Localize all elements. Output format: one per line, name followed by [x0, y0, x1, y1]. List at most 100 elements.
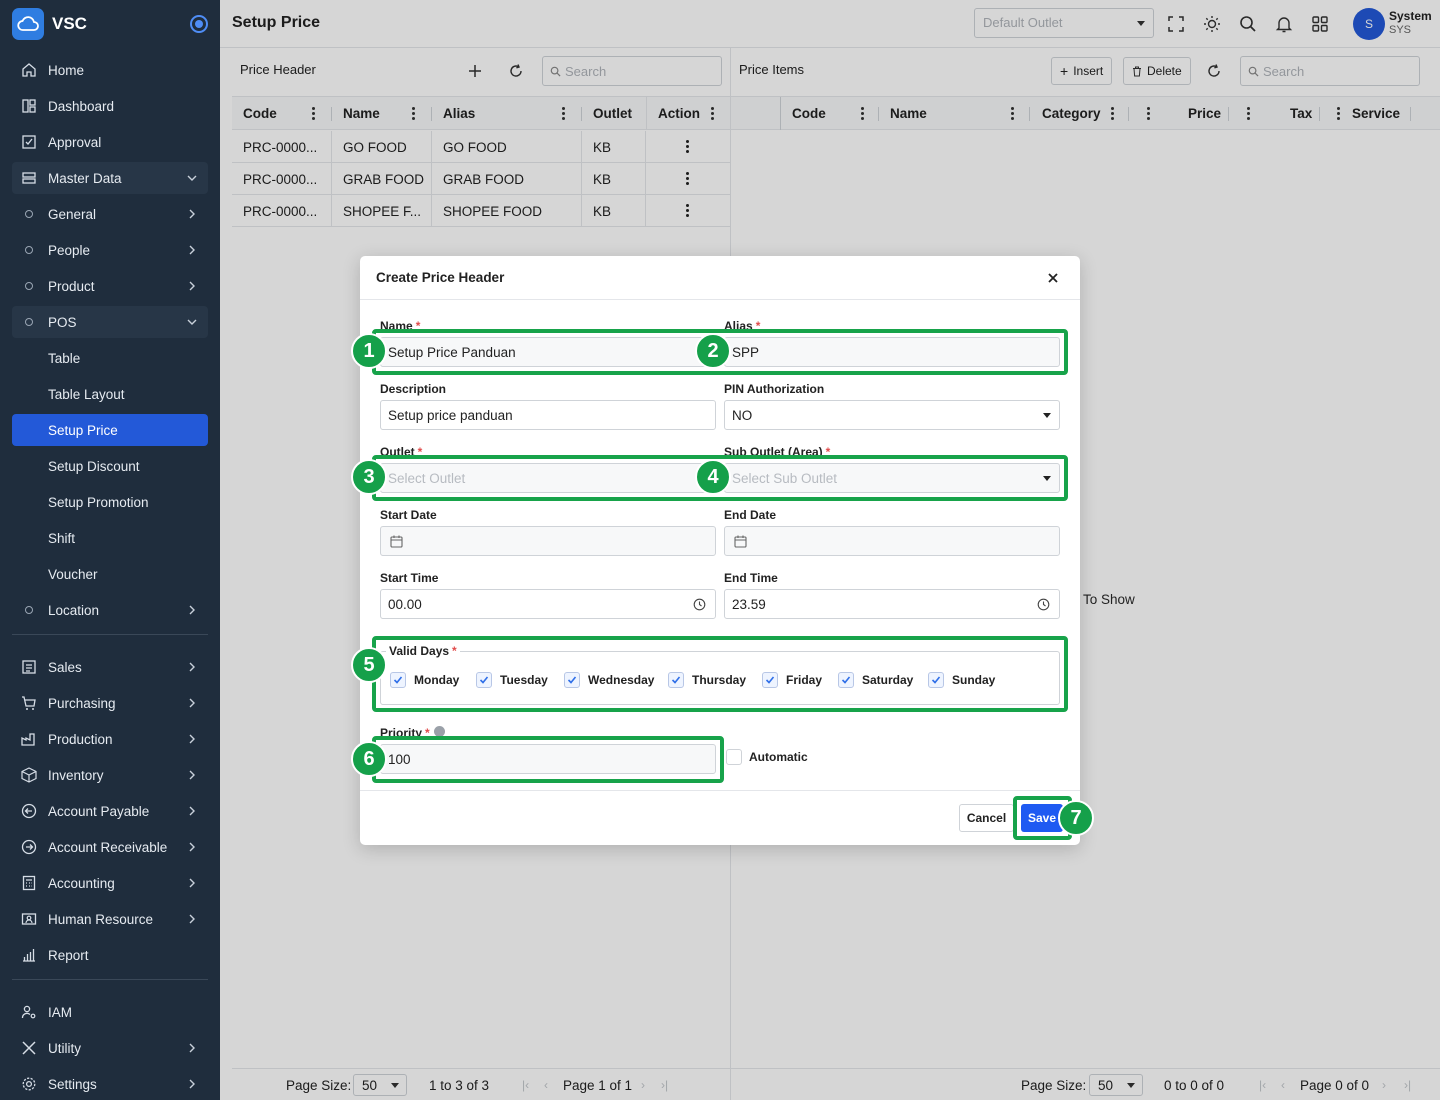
sidebar-item-label: Report	[48, 947, 89, 963]
end-time-value: 23.59	[732, 597, 766, 612]
sidebar-item-label: Purchasing	[48, 695, 116, 711]
home-icon	[20, 61, 38, 79]
sidebar-item-label: Location	[48, 602, 100, 618]
dialog-title: Create Price Header	[376, 270, 505, 285]
sidebar-item-people[interactable]: People	[12, 234, 208, 266]
sidebar-item-label: Production	[48, 731, 113, 747]
close-icon[interactable]	[1046, 271, 1060, 285]
sidebar-item-label: Account Receivable	[48, 839, 168, 855]
sidebar-toggle-icon[interactable]	[190, 15, 208, 33]
cart-icon	[20, 694, 38, 712]
pin-authorization-select[interactable]: NO	[724, 400, 1060, 430]
sidebar-item-human-resource[interactable]: Human Resource	[12, 903, 208, 935]
box-icon	[20, 766, 38, 784]
clock-icon	[1037, 598, 1050, 611]
dashboard-icon	[20, 97, 38, 115]
chevron-right-icon	[189, 1079, 195, 1089]
sidebar-item-label: Voucher	[48, 566, 98, 582]
sidebar-item-label: Setup Discount	[48, 458, 140, 474]
sidebar-item-table-layout[interactable]: Table Layout	[12, 378, 208, 410]
sidebar-item-production[interactable]: Production	[12, 723, 208, 755]
chevron-right-icon	[189, 734, 195, 744]
sidebar-item-location[interactable]: Location	[12, 594, 208, 626]
sidebar-item-account-receivable[interactable]: Account Receivable	[12, 831, 208, 863]
sidebar-item-label: Home	[48, 62, 85, 78]
brand-name: VSC	[52, 14, 87, 33]
sidebar-item-settings[interactable]: Settings	[12, 1068, 208, 1100]
sidebar-item-label: Setup Price	[48, 422, 118, 438]
arrow-left-circle-icon	[20, 802, 38, 820]
end-date-label: End Date	[724, 508, 777, 522]
sidebar-item-label: Utility	[48, 1040, 81, 1056]
sidebar-item-setup-promotion[interactable]: Setup Promotion	[12, 486, 208, 518]
step-badge-2: 2	[695, 333, 731, 369]
end-time-input[interactable]: 23.59	[724, 589, 1060, 619]
automatic-checkbox[interactable]	[726, 749, 742, 765]
chevron-down-icon	[187, 319, 197, 325]
sidebar-item-shift[interactable]: Shift	[12, 522, 208, 554]
sidebar-item-product[interactable]: Product	[12, 270, 208, 302]
sidebar-item-sales[interactable]: Sales	[12, 651, 208, 683]
highlight-priority	[372, 736, 724, 783]
sidebar-item-label: IAM	[48, 1004, 73, 1020]
brand[interactable]: VSC	[12, 8, 87, 40]
dialog-footer-divider	[360, 790, 1080, 791]
sidebar-item-pos[interactable]: POS	[12, 306, 208, 338]
circle-icon	[25, 318, 33, 326]
sidebar-item-setup-price[interactable]: Setup Price	[12, 414, 208, 446]
start-time-input[interactable]: 00.00	[380, 589, 716, 619]
sidebar-item-general[interactable]: General	[12, 198, 208, 230]
sidebar-item-voucher[interactable]: Voucher	[12, 558, 208, 590]
chevron-right-icon	[189, 605, 195, 615]
start-time-label: Start Time	[380, 571, 439, 585]
factory-icon	[20, 730, 38, 748]
id-card-icon	[20, 910, 38, 928]
start-date-label: Start Date	[380, 508, 437, 522]
description-value: Setup price panduan	[388, 408, 513, 423]
empty-grid-text: To Show	[1083, 592, 1135, 607]
sidebar-item-table[interactable]: Table	[12, 342, 208, 374]
sidebar-item-label: Accounting	[48, 875, 115, 891]
circle-icon	[25, 282, 33, 290]
sidebar-item-iam[interactable]: IAM	[12, 996, 208, 1028]
chevron-right-icon	[189, 662, 195, 672]
sales-icon	[20, 658, 38, 676]
sidebar-item-label: General	[48, 206, 97, 222]
chevron-right-icon	[189, 698, 195, 708]
sidebar-item-setup-discount[interactable]: Setup Discount	[12, 450, 208, 482]
sidebar-item-label: Approval	[48, 134, 102, 150]
sidebar-item-home[interactable]: Home	[12, 54, 208, 86]
sidebar-item-utility[interactable]: Utility	[12, 1032, 208, 1064]
sidebar-item-label: People	[48, 242, 91, 258]
calendar-icon	[734, 535, 747, 548]
chevron-down-icon	[187, 175, 197, 181]
automatic-label: Automatic	[749, 750, 808, 764]
start-date-input[interactable]	[380, 526, 716, 556]
description-input[interactable]: Setup price panduan	[380, 400, 716, 430]
dialog-header: Create Price Header	[360, 256, 1080, 300]
calendar-icon	[390, 535, 403, 548]
sidebar-item-label: Settings	[48, 1076, 97, 1092]
end-date-input[interactable]	[724, 526, 1060, 556]
sidebar-item-label: Table Layout	[48, 386, 125, 402]
sidebar-item-label: Account Payable	[48, 803, 150, 819]
sidebar-item-purchasing[interactable]: Purchasing	[12, 687, 208, 719]
arrow-right-circle-icon	[20, 838, 38, 856]
sidebar-item-master-data[interactable]: Master Data	[12, 162, 208, 194]
sidebar-item-label: Setup Promotion	[48, 494, 149, 510]
sidebar-item-inventory[interactable]: Inventory	[12, 759, 208, 791]
sidebar-item-label: Product	[48, 278, 95, 294]
sidebar-item-label: Human Resource	[48, 911, 154, 927]
sidebar-item-account-payable[interactable]: Account Payable	[12, 795, 208, 827]
clock-icon	[693, 598, 706, 611]
sidebar-item-accounting[interactable]: Accounting	[12, 867, 208, 899]
pin-authorization-label: PIN Authorization	[724, 382, 825, 396]
cancel-button[interactable]: Cancel	[959, 804, 1014, 832]
sidebar-item-approval[interactable]: Approval	[12, 126, 208, 158]
sidebar-item-report[interactable]: Report	[12, 939, 208, 971]
circle-icon	[25, 246, 33, 254]
chevron-right-icon	[189, 209, 195, 219]
sidebar-item-label: Master Data	[48, 170, 122, 186]
sidebar-item-dashboard[interactable]: Dashboard	[12, 90, 208, 122]
step-badge-3: 3	[351, 459, 387, 495]
